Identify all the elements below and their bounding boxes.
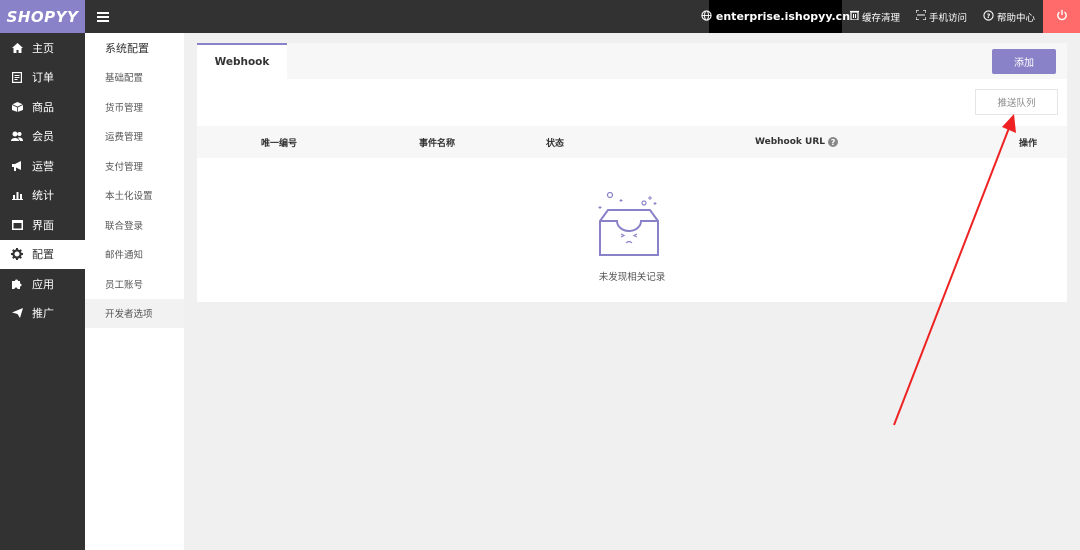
subnav-item-developer[interactable]: 开发者选项 xyxy=(85,298,184,328)
add-button[interactable]: 添加 xyxy=(992,49,1056,74)
help-icon[interactable]: ? xyxy=(828,137,839,147)
subnav-item-currency[interactable]: 货币管理 xyxy=(85,92,184,122)
box-icon xyxy=(10,101,24,112)
globe-icon xyxy=(701,9,712,24)
mobile-visit-button[interactable]: 手机访问 xyxy=(908,0,975,33)
cache-clear-label: 缓存清理 xyxy=(861,12,900,24)
subnav-item-social-login[interactable]: 联合登录 xyxy=(85,210,184,240)
sidebar-item-orders[interactable]: 订单 xyxy=(0,63,85,93)
sidebar-item-operations[interactable]: 运营 xyxy=(0,151,85,181)
sidebar-item-label: 订单 xyxy=(32,71,54,85)
logo[interactable]: SHOPYY xyxy=(0,0,85,33)
column-webhook-url-label: Webhook URL xyxy=(755,137,826,147)
sidebar-item-promotion[interactable]: 推广 xyxy=(0,299,85,329)
sidebar-item-label: 配置 xyxy=(32,248,54,262)
sidebar-item-label: 推广 xyxy=(32,307,54,321)
table-header: 唯一编号 事件名称 状态 Webhook URL ? 操作 xyxy=(197,126,1067,158)
sidebar-item-label: 统计 xyxy=(32,189,54,203)
svg-text:?: ? xyxy=(987,11,991,19)
store-domain-link[interactable]: enterprise.ishopyy.cn xyxy=(701,0,850,33)
home-icon xyxy=(10,42,24,53)
menu-icon[interactable] xyxy=(85,0,120,33)
sidebar-item-label: 运营 xyxy=(32,159,54,173)
subnav-item-basic[interactable]: 基础配置 xyxy=(85,63,184,93)
sidebar-item-interface[interactable]: 界面 xyxy=(0,210,85,240)
sidebar-item-home[interactable]: 主页 xyxy=(0,33,85,63)
sidebar-item-products[interactable]: 商品 xyxy=(0,92,85,122)
top-bar: SHOPYY enterprise.ishopyy.cn 缓存清理 手机访问 ?… xyxy=(0,0,1080,33)
cache-clear-button[interactable]: 缓存清理 xyxy=(842,0,908,33)
order-icon xyxy=(10,71,24,83)
help-center-label: 帮助中心 xyxy=(996,12,1035,24)
megaphone-icon xyxy=(10,160,24,171)
help-center-button[interactable]: ? 帮助中心 xyxy=(975,0,1043,33)
push-queue-button[interactable]: 推送队列 xyxy=(975,89,1058,115)
power-icon xyxy=(1056,9,1068,25)
users-icon xyxy=(10,131,24,142)
scan-icon xyxy=(915,9,927,23)
domain-text: enterprise.ishopyy.cn xyxy=(715,10,851,23)
send-icon xyxy=(10,308,24,319)
tab-webhook[interactable]: Webhook xyxy=(197,43,287,79)
sidebar-item-label: 应用 xyxy=(32,277,54,291)
config-subnav: 系统配置 基础配置 货币管理 运费管理 支付管理 本土化设置 联合登录 邮件通知… xyxy=(85,33,184,550)
sidebar-item-members[interactable]: 会员 xyxy=(0,122,85,152)
tab-bar: Webhook 添加 xyxy=(197,43,1067,79)
column-event: 事件名称 xyxy=(419,138,456,149)
sidebar-item-statistics[interactable]: 统计 xyxy=(0,181,85,211)
column-id: 唯一编号 xyxy=(261,138,298,149)
sidebar-item-apps[interactable]: 应用 xyxy=(0,269,85,299)
main-sidebar: 主页 订单 商品 会员 运营 统计 界面 配置 应用 推广 xyxy=(0,33,85,550)
sidebar-item-label: 主页 xyxy=(32,41,54,55)
webhook-panel: Webhook 添加 推送队列 唯一编号 事件名称 状态 Webhook URL… xyxy=(197,43,1067,302)
subnav-item-localization[interactable]: 本土化设置 xyxy=(85,181,184,211)
trash-icon xyxy=(849,10,859,23)
sidebar-item-label: 界面 xyxy=(32,218,54,232)
sidebar-item-config[interactable]: 配置 xyxy=(0,239,85,269)
column-webhook-url: Webhook URL ? xyxy=(755,126,839,158)
power-button[interactable] xyxy=(1043,0,1080,33)
question-icon: ? xyxy=(983,9,994,24)
chart-icon xyxy=(10,190,24,201)
gear-icon xyxy=(10,248,24,261)
sidebar-item-label: 会员 xyxy=(32,130,54,144)
sidebar-item-label: 商品 xyxy=(32,100,54,114)
column-status: 状态 xyxy=(546,138,565,149)
empty-state-text: 未发现相关记录 xyxy=(598,272,666,283)
window-icon xyxy=(10,219,24,230)
subnav-item-payment[interactable]: 支付管理 xyxy=(85,151,184,181)
subnav-item-email[interactable]: 邮件通知 xyxy=(85,240,184,270)
mobile-visit-label: 手机访问 xyxy=(928,12,967,24)
empty-inbox-icon xyxy=(592,188,672,261)
subnav-item-staff[interactable]: 员工账号 xyxy=(85,269,184,299)
column-actions: 操作 xyxy=(1019,138,1038,149)
puzzle-icon xyxy=(10,278,24,290)
subnav-title: 系统配置 xyxy=(105,41,149,55)
subnav-item-shipping[interactable]: 运费管理 xyxy=(85,122,184,152)
